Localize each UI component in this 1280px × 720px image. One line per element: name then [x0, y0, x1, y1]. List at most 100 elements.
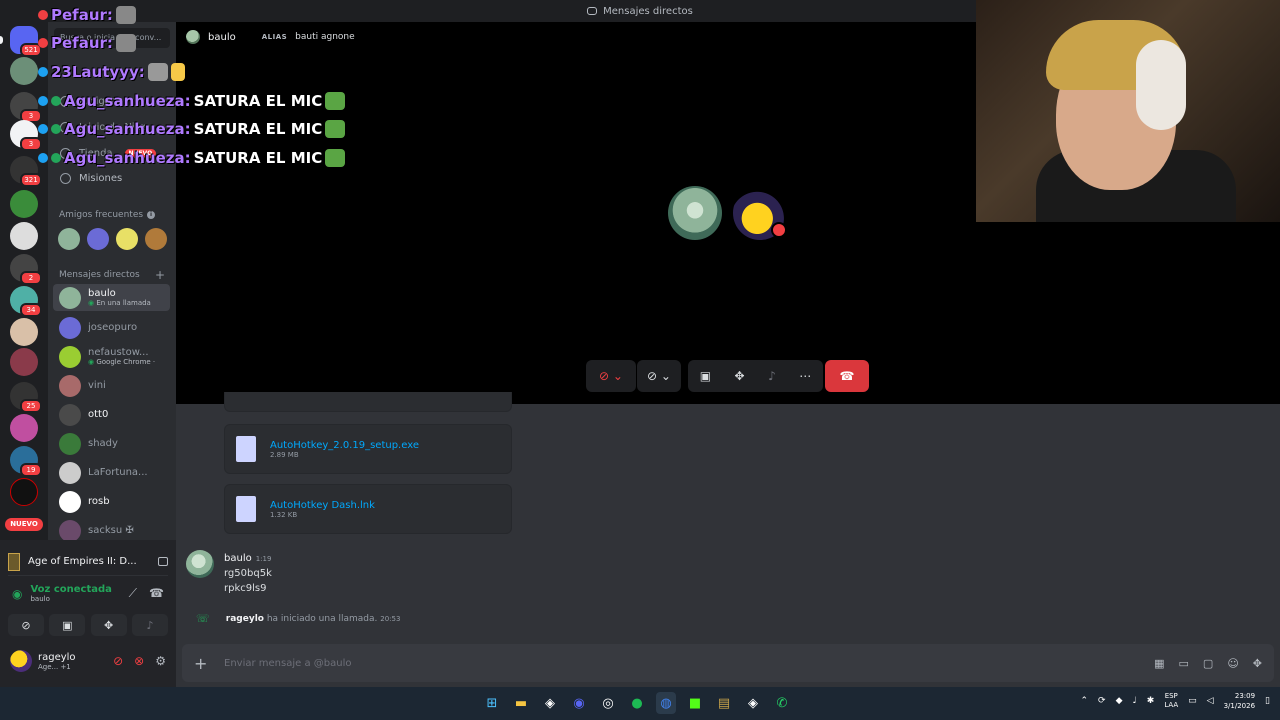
- dm-item[interactable]: sacksu ✠: [53, 517, 170, 540]
- message-input[interactable]: Enviar mensaje a @baulo: [224, 658, 351, 669]
- server-icon-11[interactable]: [10, 478, 38, 506]
- file-explorer-icon[interactable]: ▬: [511, 692, 531, 714]
- mic-icon[interactable]: ♩: [1133, 696, 1137, 706]
- dm-avatar-2[interactable]: 3: [10, 92, 42, 123]
- dm-item[interactable]: joseopuro: [53, 314, 170, 341]
- home-button[interactable]: 521: [10, 26, 42, 57]
- dm-avatar-1[interactable]: [10, 57, 38, 85]
- tray-app-icon[interactable]: ◆: [1116, 696, 1123, 706]
- server-icon-5[interactable]: 34: [10, 286, 42, 317]
- file-attachment[interactable]: AutoHotkey_2.0.19_setup.exe 2.89 MB: [224, 424, 512, 474]
- stream-chat-line: Agu_sanhueza: SATURA EL MIC: [38, 149, 346, 167]
- call-user-name: baulo: [208, 31, 236, 43]
- gif-icon[interactable]: ▭: [1179, 657, 1189, 670]
- obs-icon[interactable]: ◎: [598, 692, 618, 714]
- dm-item[interactable]: vini: [53, 372, 170, 399]
- stream-icon[interactable]: [158, 557, 168, 566]
- soundboard-icon[interactable]: ♪: [768, 369, 776, 383]
- dm-icon: [587, 7, 598, 15]
- gift-icon[interactable]: ▦: [1154, 657, 1164, 670]
- add-dm-icon[interactable]: +: [155, 268, 165, 282]
- alias-value: bauti agnone: [295, 32, 355, 42]
- chrome-icon[interactable]: ◍: [656, 692, 676, 714]
- emoji-icon[interactable]: ☺: [1227, 657, 1238, 670]
- game-launcher-icon[interactable]: ▤: [714, 692, 734, 714]
- steam-2-icon[interactable]: ◈: [743, 692, 763, 714]
- server-icon-3[interactable]: [10, 222, 38, 250]
- discord-icon[interactable]: ◉: [569, 692, 589, 714]
- camera-toggle-button[interactable]: ⊘ ⌄: [637, 360, 681, 392]
- gear-icon[interactable]: ⚙: [155, 654, 166, 668]
- volume-icon[interactable]: ◁: [1207, 696, 1214, 706]
- dm-avatar-3[interactable]: 3: [10, 120, 42, 151]
- message-line: rpkc9ls9: [224, 583, 267, 594]
- sticker-icon[interactable]: ▢: [1203, 657, 1213, 670]
- soundboard-button[interactable]: ♪: [131, 614, 168, 636]
- end-call-button[interactable]: ☎: [825, 360, 869, 392]
- display-icon[interactable]: ▭: [1188, 696, 1197, 706]
- activity-game[interactable]: Age of Empires II: D...: [8, 548, 168, 576]
- server-icon-1[interactable]: 321: [10, 156, 42, 187]
- dm-item[interactable]: LaFortuna...: [53, 459, 170, 486]
- file-name[interactable]: AutoHotkey_2.0.19_setup.exe: [270, 440, 419, 451]
- friend-avatar[interactable]: [145, 228, 167, 250]
- bluetooth-icon[interactable]: ✱: [1147, 696, 1155, 706]
- server-icon-7[interactable]: [10, 348, 38, 376]
- mic-muted-icon[interactable]: ⊘: [113, 654, 123, 668]
- call-participant-rageylo[interactable]: [733, 186, 787, 240]
- call-participant-baulo[interactable]: [668, 186, 722, 240]
- dm-item-baulo[interactable]: bauloEn una llamada: [53, 284, 170, 311]
- server-icon-9[interactable]: [10, 414, 38, 442]
- spotify-icon[interactable]: ●: [627, 692, 647, 714]
- nav-quests[interactable]: Misiones: [60, 173, 122, 184]
- friend-avatar[interactable]: [87, 228, 109, 250]
- dm-item[interactable]: shady: [53, 430, 170, 457]
- dm-status: Google Chrome ·: [88, 358, 155, 366]
- avatar[interactable]: [186, 550, 214, 578]
- whatsapp-icon[interactable]: ✆: [772, 692, 792, 714]
- server-icon-10[interactable]: 19: [10, 446, 42, 477]
- server-icon-2[interactable]: [10, 190, 38, 218]
- stream-chat-line: Pefaur:: [38, 34, 136, 52]
- server-icon-6[interactable]: [10, 318, 38, 346]
- friend-avatar[interactable]: [58, 228, 80, 250]
- file-icon: [236, 436, 256, 462]
- camera-off-button[interactable]: ⊘: [8, 614, 44, 636]
- share-screen-button[interactable]: ▣: [49, 614, 86, 636]
- chatter-name: Pefaur:: [51, 6, 113, 24]
- more-icon[interactable]: ⋯: [799, 369, 811, 383]
- disconnect-icon[interactable]: ☎: [149, 586, 164, 601]
- dm-item[interactable]: ott0: [53, 401, 170, 428]
- mic-toggle-button[interactable]: ⊘ ⌄: [586, 360, 636, 392]
- nav-label: Misiones: [79, 173, 123, 184]
- message-author[interactable]: baulo: [224, 553, 252, 564]
- steam-icon[interactable]: ◈: [540, 692, 560, 714]
- dm-item[interactable]: nefaustow...Google Chrome ·: [53, 343, 170, 370]
- apps-icon[interactable]: ✥: [1253, 657, 1262, 670]
- server-icon-4[interactable]: 2: [10, 254, 42, 285]
- voice-status-text[interactable]: Voz conectada: [30, 584, 111, 595]
- language-indicator[interactable]: ESP LAA: [1164, 692, 1178, 710]
- current-user[interactable]: rageylo Age... +1 ⊘ ⊗ ⚙: [10, 650, 166, 672]
- avatar: [59, 519, 81, 540]
- dm-item[interactable]: rosb: [53, 488, 170, 515]
- add-attachment-icon[interactable]: +: [194, 654, 224, 673]
- activities-button[interactable]: ✥: [90, 614, 127, 636]
- noise-suppression-icon[interactable]: ⟋: [129, 586, 137, 601]
- friend-avatar[interactable]: [116, 228, 138, 250]
- signal-icon[interactable]: ◉: [12, 587, 22, 601]
- notification-icon[interactable]: ▯: [1265, 696, 1270, 706]
- sync-icon[interactable]: ⟳: [1098, 696, 1106, 706]
- webcam-headphones: [1136, 40, 1186, 130]
- activities-icon[interactable]: ✥: [735, 369, 745, 383]
- deafened-icon[interactable]: ⊗: [134, 654, 144, 668]
- file-attachment[interactable]: AutoHotkey Dash.lnk 1.32 KB: [224, 484, 512, 534]
- info-icon[interactable]: i: [147, 211, 156, 219]
- server-icon-8[interactable]: 25: [10, 382, 42, 413]
- clock[interactable]: 23:09 3/1/2026: [1224, 691, 1255, 711]
- file-name[interactable]: AutoHotkey Dash.lnk: [270, 500, 375, 511]
- chevron-up-icon[interactable]: ⌃: [1081, 696, 1089, 706]
- screen-share-icon[interactable]: ▣: [700, 369, 711, 383]
- windows-start-icon[interactable]: ⊞: [482, 692, 502, 714]
- kick-icon[interactable]: ■: [685, 692, 705, 714]
